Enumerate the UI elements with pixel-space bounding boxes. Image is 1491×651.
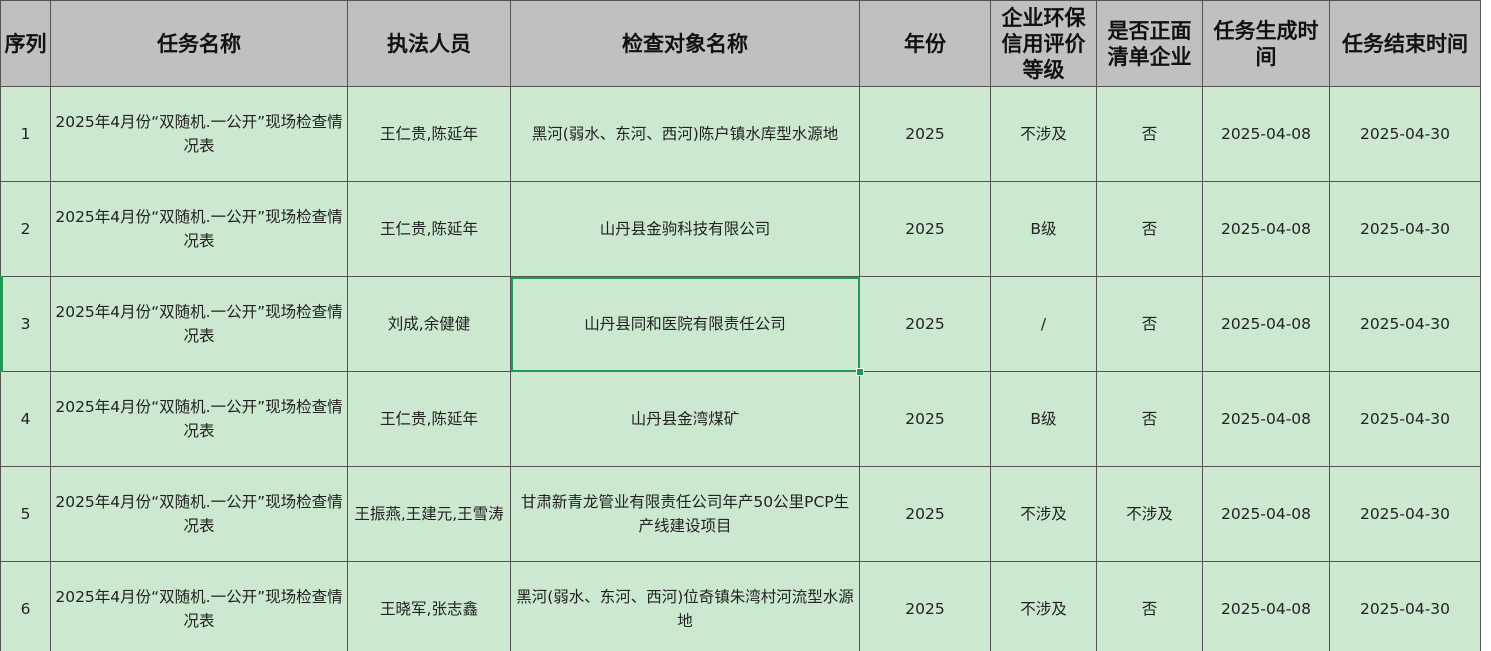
cell-year[interactable]: 2025 — [859, 466, 991, 562]
cell-positive-list[interactable]: 否 — [1096, 181, 1203, 277]
cell-credit-rating[interactable]: 不涉及 — [990, 561, 1097, 651]
header-inspection-target[interactable]: 检查对象名称 — [510, 0, 860, 87]
table-row: 1 2025年4月份“双随机.一公开”现场检查情况表 王仁贵,陈延年 黑河(弱水… — [0, 86, 1481, 182]
cell-credit-rating[interactable]: B级 — [990, 371, 1097, 467]
cell-enforcement-staff[interactable]: 王仁贵,陈延年 — [347, 371, 511, 467]
cell-end-time[interactable]: 2025-04-30 — [1329, 86, 1481, 182]
header-task-name[interactable]: 任务名称 — [50, 0, 348, 87]
header-positive-list[interactable]: 是否正面清单企业 — [1096, 0, 1203, 87]
cell-credit-rating[interactable]: 不涉及 — [990, 466, 1097, 562]
cell-credit-rating[interactable]: / — [990, 276, 1097, 372]
cell-end-time[interactable]: 2025-04-30 — [1329, 561, 1481, 651]
cell-task-name[interactable]: 2025年4月份“双随机.一公开”现场检查情况表 — [50, 181, 348, 277]
cell-enforcement-staff[interactable]: 刘成,余健健 — [347, 276, 511, 372]
table-row: 5 2025年4月份“双随机.一公开”现场检查情况表 王振燕,王建元,王雪涛 甘… — [0, 466, 1481, 562]
cell-start-time[interactable]: 2025-04-08 — [1202, 86, 1330, 182]
cell-inspection-target[interactable]: 黑河(弱水、东河、西河)陈户镇水库型水源地 — [510, 86, 860, 182]
cell-seq[interactable]: 1 — [0, 86, 51, 182]
cell-start-time[interactable]: 2025-04-08 — [1202, 276, 1330, 372]
cell-seq[interactable]: 2 — [0, 181, 51, 277]
header-end-time[interactable]: 任务结束时间 — [1329, 0, 1481, 87]
cell-year[interactable]: 2025 — [859, 181, 991, 277]
cell-year[interactable]: 2025 — [859, 86, 991, 182]
cell-start-time[interactable]: 2025-04-08 — [1202, 181, 1330, 277]
header-year[interactable]: 年份 — [859, 0, 991, 87]
header-credit-rating[interactable]: 企业环保信用评价等级 — [990, 0, 1097, 87]
table-row: 3 2025年4月份“双随机.一公开”现场检查情况表 刘成,余健健 山丹县同和医… — [0, 276, 1481, 372]
cell-inspection-target[interactable]: 山丹县金湾煤矿 — [510, 371, 860, 467]
cell-task-name[interactable]: 2025年4月份“双随机.一公开”现场检查情况表 — [50, 466, 348, 562]
cell-start-time[interactable]: 2025-04-08 — [1202, 561, 1330, 651]
cell-enforcement-staff[interactable]: 王仁贵,陈延年 — [347, 86, 511, 182]
inspection-table: 序列 任务名称 执法人员 检查对象名称 年份 企业环保信用评价等级 是否正面清单… — [0, 0, 1481, 651]
cell-enforcement-staff[interactable]: 王仁贵,陈延年 — [347, 181, 511, 277]
fill-handle[interactable] — [856, 368, 864, 376]
header-enforcement-staff[interactable]: 执法人员 — [347, 0, 511, 87]
header-seq[interactable]: 序列 — [0, 0, 51, 87]
cell-inspection-target[interactable]: 山丹县金驹科技有限公司 — [510, 181, 860, 277]
cell-inspection-target-selected[interactable]: 山丹县同和医院有限责任公司 — [510, 276, 860, 372]
cell-start-time[interactable]: 2025-04-08 — [1202, 371, 1330, 467]
cell-task-name[interactable]: 2025年4月份“双随机.一公开”现场检查情况表 — [50, 276, 348, 372]
cell-inspection-target[interactable]: 黑河(弱水、东河、西河)位奇镇朱湾村河流型水源地 — [510, 561, 860, 651]
cell-seq[interactable]: 4 — [0, 371, 51, 467]
header-row: 序列 任务名称 执法人员 检查对象名称 年份 企业环保信用评价等级 是否正面清单… — [0, 0, 1481, 87]
cell-task-name[interactable]: 2025年4月份“双随机.一公开”现场检查情况表 — [50, 561, 348, 651]
cell-positive-list[interactable]: 不涉及 — [1096, 466, 1203, 562]
spreadsheet-view: 序列 任务名称 执法人员 检查对象名称 年份 企业环保信用评价等级 是否正面清单… — [0, 0, 1491, 651]
cell-end-time[interactable]: 2025-04-30 — [1329, 181, 1481, 277]
table-row: 4 2025年4月份“双随机.一公开”现场检查情况表 王仁贵,陈延年 山丹县金湾… — [0, 371, 1481, 467]
cell-end-time[interactable]: 2025-04-30 — [1329, 371, 1481, 467]
cell-task-name[interactable]: 2025年4月份“双随机.一公开”现场检查情况表 — [50, 371, 348, 467]
cell-start-time[interactable]: 2025-04-08 — [1202, 466, 1330, 562]
cell-year[interactable]: 2025 — [859, 276, 991, 372]
table-row: 2 2025年4月份“双随机.一公开”现场检查情况表 王仁贵,陈延年 山丹县金驹… — [0, 181, 1481, 277]
cell-seq[interactable]: 3 — [0, 276, 51, 372]
cell-year[interactable]: 2025 — [859, 561, 991, 651]
cell-positive-list[interactable]: 否 — [1096, 276, 1203, 372]
cell-enforcement-staff[interactable]: 王振燕,王建元,王雪涛 — [347, 466, 511, 562]
cell-credit-rating[interactable]: B级 — [990, 181, 1097, 277]
cell-seq[interactable]: 6 — [0, 561, 51, 651]
cell-positive-list[interactable]: 否 — [1096, 86, 1203, 182]
cell-positive-list[interactable]: 否 — [1096, 371, 1203, 467]
cell-enforcement-staff[interactable]: 王晓军,张志鑫 — [347, 561, 511, 651]
cell-end-time[interactable]: 2025-04-30 — [1329, 466, 1481, 562]
cell-end-time[interactable]: 2025-04-30 — [1329, 276, 1481, 372]
cell-inspection-target[interactable]: 甘肃新青龙管业有限责任公司年产50公里PCP生产线建设项目 — [510, 466, 860, 562]
cell-positive-list[interactable]: 否 — [1096, 561, 1203, 651]
cell-credit-rating[interactable]: 不涉及 — [990, 86, 1097, 182]
active-row-marker — [0, 276, 3, 372]
cell-task-name[interactable]: 2025年4月份“双随机.一公开”现场检查情况表 — [50, 86, 348, 182]
header-start-time[interactable]: 任务生成时间 — [1202, 0, 1330, 87]
cell-seq[interactable]: 5 — [0, 466, 51, 562]
table-row: 6 2025年4月份“双随机.一公开”现场检查情况表 王晓军,张志鑫 黑河(弱水… — [0, 561, 1481, 651]
cell-year[interactable]: 2025 — [859, 371, 991, 467]
